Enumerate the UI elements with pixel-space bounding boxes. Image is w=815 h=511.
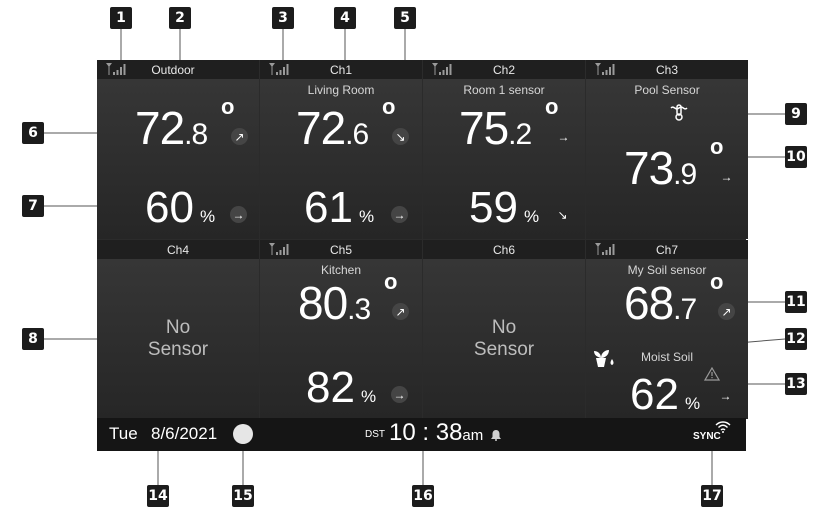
callout-6: 6 [22, 122, 44, 144]
temperature-trend-arrow: → [720, 169, 733, 184]
ch4-cell[interactable]: Ch4 No Sensor [97, 240, 259, 419]
callout-13: 13 [785, 373, 807, 395]
soil-status-label: Moist Soil [640, 350, 693, 364]
humidity-trend-arrow: → [230, 206, 247, 223]
callout-15: 15 [232, 485, 254, 507]
callout-12: 12 [785, 328, 807, 350]
degree-symbol: o [710, 134, 724, 159]
callout-3: 3 [272, 7, 294, 29]
cell-header: Ch7 [586, 240, 748, 259]
callout-1: 1 [110, 7, 132, 29]
cell-header: Ch6 [423, 240, 585, 259]
callout-10: 10 [785, 146, 807, 168]
cell-header: Ch2 [423, 60, 585, 79]
moon-phase-icon [233, 424, 253, 444]
clock-time: 10 : 38am [389, 419, 484, 446]
ch2-cell[interactable]: Ch2 Room 1 sensor 75.2 o → 59% ↘ [423, 60, 585, 239]
ch6-cell[interactable]: Ch6 No Sensor [423, 240, 585, 419]
temperature-trend-arrow: ↘ [392, 128, 409, 145]
moisture-trend-arrow: → [719, 388, 732, 403]
sensor-name: My Soil sensor [627, 263, 707, 277]
callout-16: 16 [412, 485, 434, 507]
ch5-humidity: 82% [306, 363, 377, 412]
channel-label: Ch5 [329, 243, 352, 257]
degree-symbol: o [384, 269, 398, 294]
channel-label: Ch7 [655, 243, 678, 257]
no-sensor-message: No Sensor [473, 317, 535, 360]
temperature-trend-arrow: → [557, 129, 570, 144]
humidity-trend-arrow: ↘ [557, 207, 568, 222]
channel-label: Ch2 [492, 63, 515, 77]
bell-icon [491, 430, 501, 441]
ch7-temperature: 68.7 [624, 277, 697, 329]
channel-label: Ch4 [166, 243, 189, 257]
outdoor-humidity: 60% [145, 183, 216, 232]
no-sensor-message: No Sensor [147, 317, 209, 360]
cell-header: Ch1 [260, 60, 422, 79]
temperature-trend-arrow: ↗ [231, 128, 248, 145]
callout-11: 11 [785, 291, 807, 313]
dst-indicator: DST [365, 429, 385, 440]
cell-header: Ch5 [260, 240, 422, 259]
callout-7: 7 [22, 195, 44, 217]
ch2-humidity: 59% [469, 183, 540, 232]
ch5-temperature: 80.3 [298, 277, 371, 329]
temperature-trend-arrow: ↗ [392, 303, 409, 320]
callout-8: 8 [22, 328, 44, 350]
callout-2: 2 [169, 7, 191, 29]
channel-label: Ch1 [329, 63, 352, 77]
sensor-name: Pool Sensor [634, 83, 700, 97]
ch1-cell[interactable]: Ch1 Living Room 72.6 o ↘ 61% → [260, 60, 422, 239]
weather-display-screen: Outdoor 72.8 o ↗ 60% → Ch1 Living Room 7… [97, 60, 748, 451]
callout-4: 4 [334, 7, 356, 29]
channel-label: Outdoor [151, 63, 195, 77]
outdoor-temperature: 72.8 [135, 102, 208, 154]
humidity-trend-arrow: → [391, 206, 408, 223]
warning-icon [704, 367, 720, 381]
ch3-cell[interactable]: Ch3 Pool Sensor 73.9 o → [586, 60, 748, 239]
ch7-cell[interactable]: Ch7 My Soil sensor 68.7 o ↗ Moist Soil 6… [586, 240, 748, 419]
day-of-week: Tue [109, 424, 138, 443]
cell-header: Outdoor [97, 60, 259, 79]
channel-label: Ch6 [492, 243, 515, 257]
callout-17: 17 [701, 485, 723, 507]
cell-header: Ch4 [97, 240, 259, 259]
callout-9: 9 [785, 103, 807, 125]
degree-symbol: o [545, 94, 559, 119]
ch1-temperature: 72.6 [296, 102, 369, 154]
ch3-temperature: 73.9 [624, 142, 697, 194]
ch7-soil-moisture: 62% [630, 370, 701, 419]
temperature-trend-arrow: ↗ [718, 303, 735, 320]
degree-symbol: o [710, 269, 724, 294]
status-bar: Tue 8/6/2021 DST 10 : 38am SYNC [97, 418, 746, 451]
ch5-cell[interactable]: Ch5 Kitchen 80.3 o ↗ 82% → [260, 240, 422, 419]
date: 8/6/2021 [151, 424, 218, 443]
sensor-name: Living Room [307, 83, 375, 97]
ch2-temperature: 75.2 [459, 102, 532, 154]
ch1-humidity: 61% [304, 183, 375, 232]
channel-label: Ch3 [655, 63, 678, 77]
wifi-sync-icon [715, 421, 731, 433]
pool-thermometer-icon [670, 104, 688, 121]
callout-5: 5 [394, 7, 416, 29]
outdoor-cell[interactable]: Outdoor 72.8 o ↗ 60% → [97, 60, 259, 239]
humidity-trend-arrow: → [391, 386, 408, 403]
sensor-name: Kitchen [320, 263, 362, 277]
cell-header: Ch3 [586, 60, 748, 79]
degree-symbol: o [221, 94, 235, 119]
degree-symbol: o [382, 94, 396, 119]
sensor-name: Room 1 sensor [463, 83, 545, 97]
callout-14: 14 [147, 485, 169, 507]
